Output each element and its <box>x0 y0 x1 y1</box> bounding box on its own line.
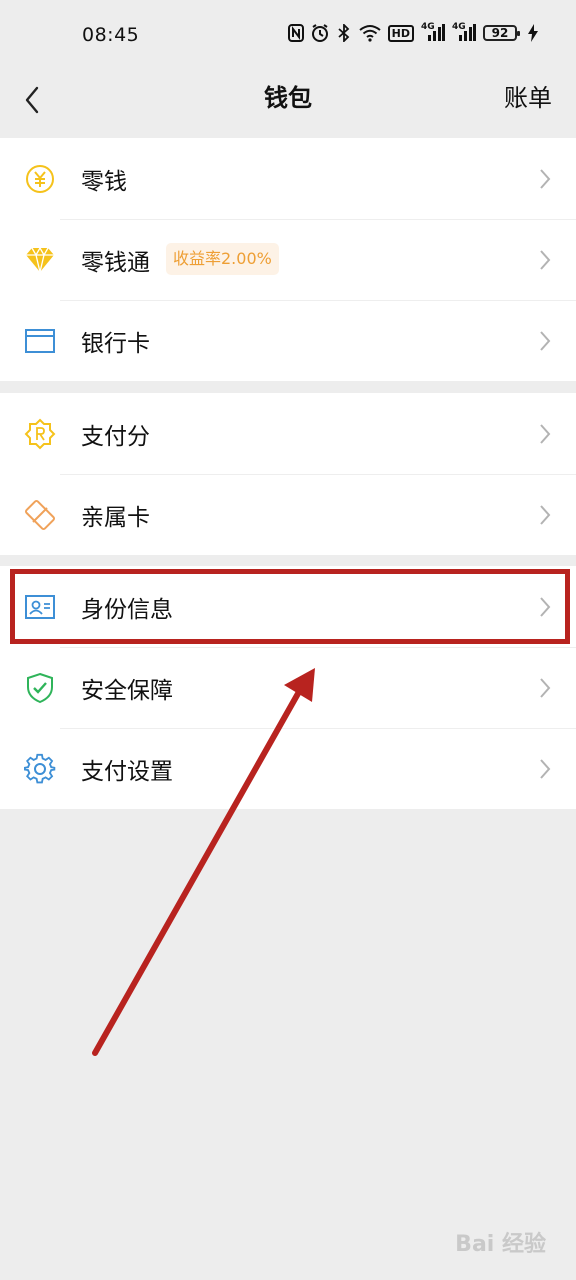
signal-4g-icon: 4G <box>452 22 476 42</box>
menu-item-label: 银行卡 <box>81 330 150 357</box>
wallet-group-services: 支付分 亲属卡 <box>0 393 576 555</box>
wifi-icon <box>359 24 381 42</box>
menu-item-label: 亲属卡 <box>81 504 150 531</box>
menu-item-change-pass[interactable]: 零钱通 收益率2.00% <box>0 219 576 300</box>
menu-item-bank-card[interactable]: 银行卡 <box>0 300 576 381</box>
bank-card-icon <box>24 325 56 357</box>
bluetooth-icon <box>336 24 352 42</box>
hd-icon: HD <box>387 24 414 42</box>
menu-item-family-card[interactable]: 亲属卡 <box>0 474 576 555</box>
charging-icon <box>528 24 538 42</box>
status-bar: 08:45 HD 4G 4G 92 <box>0 0 576 72</box>
battery-icon: 92 <box>483 25 520 41</box>
menu-item-pay-settings[interactable]: 支付设置 <box>0 728 576 809</box>
chevron-right-icon <box>538 248 552 272</box>
chevron-right-icon <box>538 503 552 527</box>
menu-item-security[interactable]: 安全保障 <box>0 647 576 728</box>
family-card-icon <box>24 499 56 531</box>
watermark: Bai 经验 <box>455 1232 546 1257</box>
hd-label: HD <box>391 26 410 40</box>
wallet-group-balance: 零钱 零钱通 收益率2.00% 银行卡 <box>0 138 576 381</box>
status-icons: HD 4G 4G 92 <box>287 22 538 42</box>
menu-item-pay-score[interactable]: 支付分 <box>0 393 576 474</box>
menu-item-label: 零钱通 <box>81 249 150 276</box>
bill-button[interactable]: 账单 <box>504 78 552 113</box>
alarm-icon <box>311 24 329 42</box>
menu-item-identity-info[interactable]: 身份信息 <box>0 566 576 647</box>
pay-score-icon <box>24 418 56 450</box>
chevron-right-icon <box>538 167 552 191</box>
shield-check-icon <box>24 672 56 704</box>
chevron-right-icon <box>538 676 552 700</box>
chevron-right-icon <box>538 595 552 619</box>
menu-item-label: 身份信息 <box>81 596 173 623</box>
page-title: 钱包 <box>264 84 312 112</box>
gear-icon <box>24 753 56 785</box>
battery-level: 92 <box>491 26 509 40</box>
network-type-1: 4G <box>421 22 435 32</box>
menu-item-label: 支付分 <box>81 423 150 450</box>
signal-4g-icon: 4G <box>421 22 445 42</box>
network-type-2: 4G <box>452 22 466 32</box>
menu-item-label: 支付设置 <box>81 758 173 785</box>
diamond-icon <box>24 244 56 276</box>
navigation-bar: 钱包 账单 <box>0 72 576 138</box>
status-time: 08:45 <box>82 24 140 46</box>
chevron-right-icon <box>538 422 552 446</box>
wallet-group-settings: 身份信息 安全保障 支付设置 <box>0 566 576 809</box>
chevron-right-icon <box>538 329 552 353</box>
yuan-coin-icon <box>24 163 56 195</box>
menu-item-label: 零钱 <box>81 168 127 195</box>
nfc-icon <box>287 24 304 42</box>
menu-item-label: 安全保障 <box>81 677 173 704</box>
menu-item-change[interactable]: 零钱 <box>0 138 576 219</box>
id-card-icon <box>24 591 56 623</box>
yield-rate-badge: 收益率2.00% <box>166 243 279 275</box>
chevron-right-icon <box>538 757 552 781</box>
